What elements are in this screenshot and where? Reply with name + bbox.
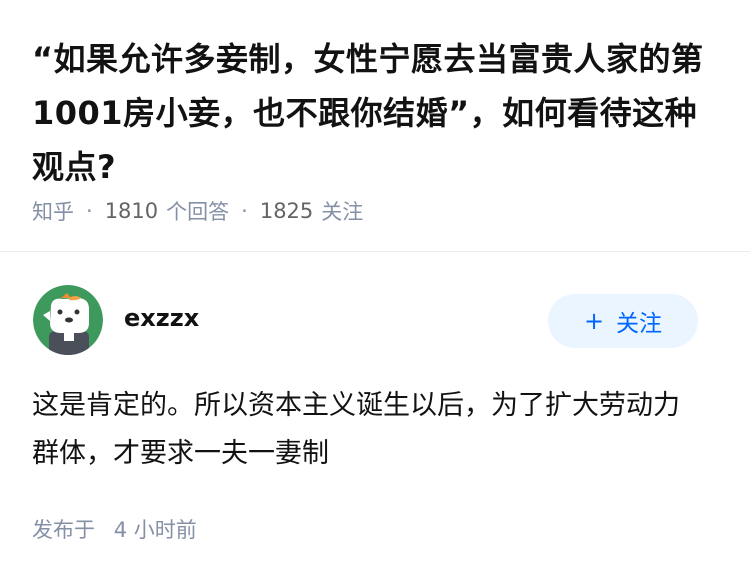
question-meta: 知乎 · 1810 个回答 · 1825 关注	[32, 194, 363, 228]
avatar[interactable]	[33, 285, 103, 355]
followers-count: 1825	[259, 199, 314, 223]
follow-button-label: 关注	[616, 311, 663, 337]
answers-count: 1810	[104, 199, 159, 223]
meta-separator: ·	[86, 199, 93, 223]
answer-card: exzzx + 关注 这是肯定的。所以资本主义诞生以后，为了扩大劳动力群体，才要…	[0, 252, 750, 582]
author-name[interactable]: exzzx	[124, 304, 199, 332]
answers-label[interactable]: 个回答	[166, 196, 229, 226]
answer-content[interactable]: 这是肯定的。所以资本主义诞生以后，为了扩大劳动力群体，才要求一夫一妻制	[32, 382, 702, 478]
publish-info: 发布于 4 小时前	[32, 514, 197, 544]
follow-button[interactable]: + 关注	[548, 294, 698, 348]
avatar-cartoon-dog-icon	[33, 285, 103, 355]
meta-separator: ·	[241, 199, 248, 223]
publish-label: 发布于	[32, 518, 95, 542]
publish-time: 4 小时前	[113, 518, 197, 542]
question-header: “如果允许多妾制，女性宁愿去当富贵人家的第1001房小妾，也不跟你结婚”，如何看…	[0, 0, 750, 252]
plus-icon: +	[583, 307, 605, 335]
source-label[interactable]: 知乎	[32, 196, 74, 226]
followers-label: 关注	[321, 200, 364, 224]
question-title[interactable]: “如果允许多妾制，女性宁愿去当富贵人家的第1001房小妾，也不跟你结婚”，如何看…	[32, 32, 722, 194]
